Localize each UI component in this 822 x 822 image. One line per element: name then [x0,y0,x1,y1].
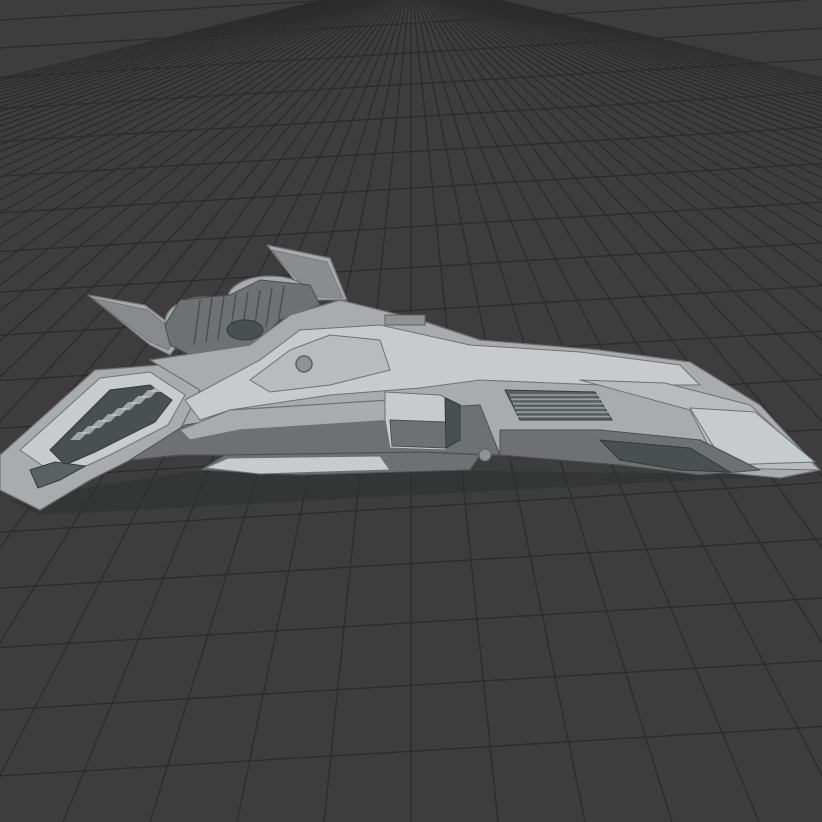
cockpit-sensor [295,355,313,373]
dorsal-antenna [384,314,426,326]
engine-exhaust [226,319,264,341]
side-gun-pod-tip [444,397,461,449]
lower-hull-skid-face [204,455,391,475]
3d-viewport[interactable]: .base{fill:#a9acac;stroke:#6d7172;stroke… [0,0,822,822]
landing-gear-hub [478,448,492,462]
viewport-canvas[interactable]: .base{fill:#a9acac;stroke:#6d7172;stroke… [0,0,822,822]
